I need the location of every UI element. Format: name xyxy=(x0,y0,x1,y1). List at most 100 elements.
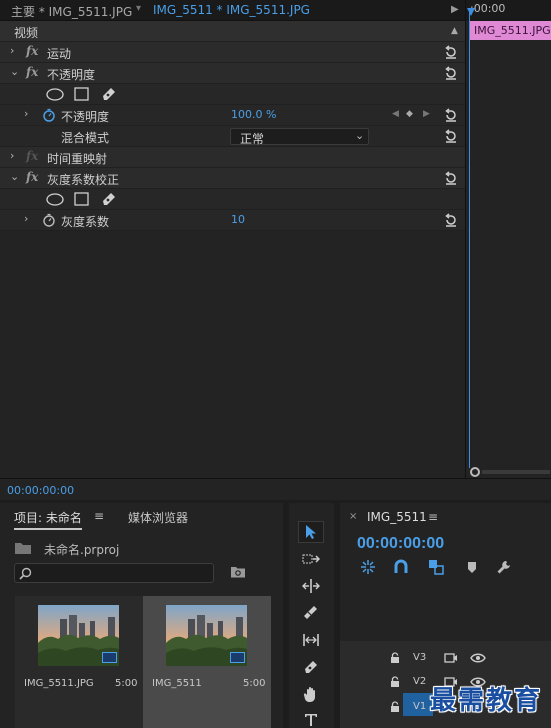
rectangle-mask-icon[interactable] xyxy=(74,192,89,206)
zoom-handle[interactable] xyxy=(470,467,480,477)
fx-icon[interactable]: fx xyxy=(26,170,38,184)
ripple-edit-tool[interactable] xyxy=(298,575,324,597)
slip-icon xyxy=(303,634,319,646)
reset-icon[interactable] xyxy=(444,45,458,59)
search-icon xyxy=(19,567,32,580)
effect-properties: 视频 ▲ › fx 运动 ⌄ fx 不透明度 › 不透明度 100.0 % ◀ … xyxy=(0,21,465,478)
reset-icon[interactable] xyxy=(444,213,458,227)
stopwatch-icon[interactable] xyxy=(42,213,56,227)
effect-time-remap[interactable]: › fx 时间重映射 xyxy=(0,147,465,168)
reset-icon[interactable] xyxy=(444,129,458,143)
track-label: V1 xyxy=(413,701,427,712)
effect-motion[interactable]: › fx 运动 xyxy=(0,42,465,63)
timeline-scrollbar[interactable] xyxy=(482,470,550,474)
fx-icon[interactable]: fx xyxy=(26,65,38,79)
lock-icon[interactable] xyxy=(390,652,400,664)
rectangle-mask-icon[interactable] xyxy=(74,87,89,101)
pen-tool[interactable] xyxy=(298,656,324,678)
effect-motion-label: 运动 xyxy=(47,47,72,61)
chevron-right-icon[interactable]: › xyxy=(10,44,14,57)
reset-icon[interactable] xyxy=(444,108,458,122)
selection-tool[interactable] xyxy=(298,521,324,543)
lock-icon[interactable] xyxy=(390,701,400,713)
blend-mode-select[interactable]: 正常 ⌄ xyxy=(230,128,369,146)
type-tool[interactable] xyxy=(298,709,324,728)
ellipse-mask-icon[interactable] xyxy=(46,88,64,101)
tab-sequence-clip[interactable]: IMG_5511 * IMG_5511.JPG xyxy=(153,3,310,17)
chevron-right-icon[interactable]: › xyxy=(24,212,28,225)
playhead-handle[interactable] xyxy=(467,8,475,16)
linked-selection-icon[interactable] xyxy=(428,559,444,575)
panel-menu-icon[interactable]: ≡ xyxy=(94,509,104,523)
pen-mask-icon[interactable] xyxy=(101,86,117,102)
chevron-down-icon: ⌄ xyxy=(355,129,365,142)
tab-media-browser[interactable]: 媒体浏览器 xyxy=(128,509,188,526)
section-video-header: 视频 ▲ xyxy=(0,21,465,42)
project-item[interactable]: IMG_5511.JPG 5:00 xyxy=(15,596,143,728)
add-keyframe-icon[interactable]: ◆ xyxy=(406,109,413,119)
reset-icon[interactable] xyxy=(444,171,458,185)
section-video-label: 视频 xyxy=(14,26,39,40)
mask-tools-row xyxy=(0,84,465,105)
effect-gamma-label: 灰度系数校正 xyxy=(47,173,120,187)
wrench-icon[interactable] xyxy=(496,559,512,575)
eye-icon[interactable] xyxy=(470,652,486,664)
search-input[interactable] xyxy=(14,563,214,583)
chevron-down-icon[interactable]: ⌄ xyxy=(10,170,19,183)
razor-icon xyxy=(304,606,317,619)
fx-icon[interactable]: fx xyxy=(26,44,38,58)
tab-master-clip[interactable]: 主要 * IMG_5511.JPG xyxy=(11,3,132,20)
effect-gamma-correction[interactable]: ⌄ fx 灰度系数校正 xyxy=(0,168,465,189)
effect-opacity[interactable]: ⌄ fx 不透明度 xyxy=(0,63,465,84)
pen-icon xyxy=(305,661,317,673)
item-duration: 5:00 xyxy=(243,678,266,689)
close-icon[interactable]: × xyxy=(349,511,357,522)
chevron-right-icon[interactable]: › xyxy=(24,107,28,120)
effect-timeline[interactable]: :00:00 IMG_5511.JPG xyxy=(465,0,551,478)
nest-sequence-icon[interactable] xyxy=(360,559,376,575)
gamma-value[interactable]: 10 xyxy=(231,213,245,226)
hand-tool[interactable] xyxy=(298,683,324,705)
stopwatch-active-icon[interactable] xyxy=(42,108,56,122)
chevron-right-icon[interactable]: › xyxy=(10,149,14,162)
project-panel: 项目: 未命名 ≡ 媒体浏览器 未命名.prproj IMG_5511.JPG … xyxy=(0,503,283,728)
project-name: 未命名.prproj xyxy=(44,543,120,557)
sequence-timecode[interactable]: 00:00:00:00 xyxy=(357,535,444,553)
gamma-property-row: › 灰度系数 10 xyxy=(0,210,465,231)
blend-mode-row: 混合模式 正常 ⌄ xyxy=(0,126,465,147)
current-timecode[interactable]: 00:00:00:00 xyxy=(7,484,74,497)
reset-icon[interactable] xyxy=(444,66,458,80)
prev-keyframe-icon[interactable]: ◀ xyxy=(392,109,399,119)
opacity-value[interactable]: 100.0 % xyxy=(231,108,276,121)
item-duration: 5:00 xyxy=(115,678,138,689)
project-item-selected[interactable]: IMG_5511 5:00 xyxy=(143,596,271,728)
opacity-property-row: › 不透明度 100.0 % ◀ ◆ ▶ xyxy=(0,105,465,126)
add-marker-icon[interactable] xyxy=(466,559,478,575)
new-search-bin-icon[interactable] xyxy=(230,565,246,579)
chevron-down-icon[interactable]: ⌄ xyxy=(10,65,19,78)
track-select-icon xyxy=(302,554,320,564)
track-select-tool[interactable] xyxy=(298,548,324,570)
sequence-tab[interactable]: IMG_5511 xyxy=(367,510,427,524)
chevron-down-icon[interactable]: ▾ xyxy=(136,3,141,14)
lock-icon[interactable] xyxy=(390,676,400,688)
collapse-up-icon[interactable]: ▲ xyxy=(451,26,458,36)
playhead[interactable] xyxy=(467,8,475,468)
slip-tool[interactable] xyxy=(298,629,324,651)
sync-lock-icon[interactable] xyxy=(444,652,458,664)
play-only-icon[interactable]: ▶ xyxy=(451,4,459,15)
hand-icon xyxy=(303,686,315,702)
snap-magnet-icon[interactable] xyxy=(394,559,408,575)
ellipse-mask-icon[interactable] xyxy=(46,193,64,206)
fx-icon: fx xyxy=(26,149,39,163)
tab-project[interactable]: 项目: 未命名 xyxy=(14,509,82,530)
next-keyframe-icon[interactable]: ▶ xyxy=(423,109,430,119)
panel-menu-icon[interactable]: ≡ xyxy=(428,510,438,524)
watermark-logo: 最需教育 xyxy=(430,686,543,716)
item-name: IMG_5511 xyxy=(152,678,202,689)
gamma-property-label: 灰度系数 xyxy=(61,215,110,229)
razor-tool[interactable] xyxy=(298,602,324,624)
time-ruler[interactable]: :00:00 xyxy=(466,0,551,21)
pen-mask-icon[interactable] xyxy=(101,191,117,207)
clip-bar[interactable]: IMG_5511.JPG xyxy=(469,21,551,40)
